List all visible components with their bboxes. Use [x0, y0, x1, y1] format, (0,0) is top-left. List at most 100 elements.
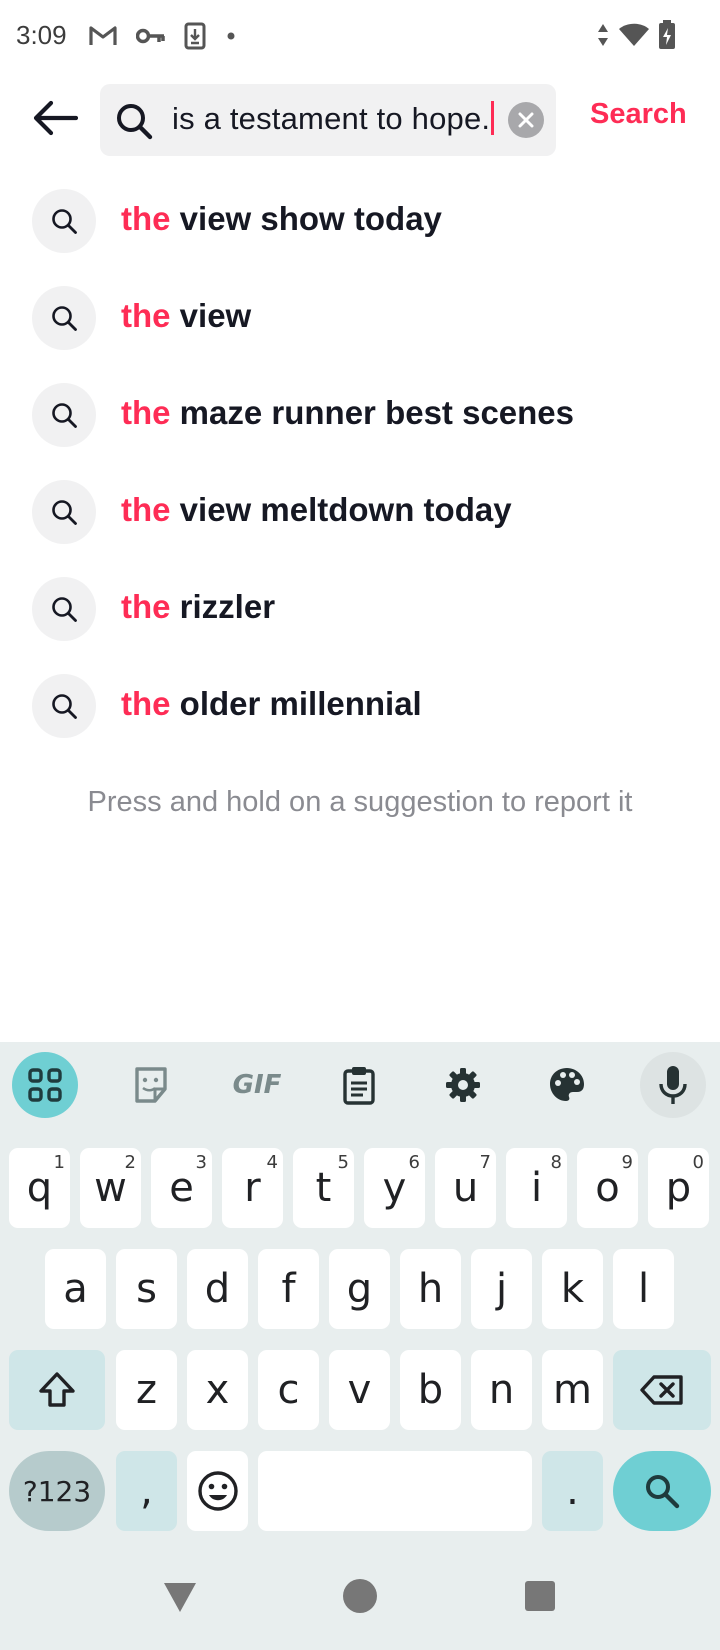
shift-icon — [39, 1372, 75, 1407]
back-arrow-icon — [33, 100, 78, 136]
key-i[interactable]: i8 — [506, 1148, 567, 1228]
search-input[interactable]: is a testament to hope. — [100, 84, 556, 156]
period-key[interactable]: . — [542, 1451, 603, 1531]
suggestion-item[interactable]: the rizzler — [0, 560, 720, 657]
emoji-icon — [197, 1471, 238, 1511]
palette-icon — [550, 1068, 584, 1101]
suggestion-item[interactable]: the view — [0, 269, 720, 366]
close-icon — [518, 112, 534, 128]
recents-square-icon — [525, 1581, 555, 1611]
key-b[interactable]: b — [400, 1350, 461, 1430]
back-button[interactable] — [28, 94, 82, 142]
key-t[interactable]: t5 — [293, 1148, 354, 1228]
symbols-key[interactable]: ?123 — [9, 1451, 105, 1531]
home-nav-button[interactable] — [342, 1578, 378, 1619]
backspace-key[interactable] — [613, 1350, 711, 1430]
suggestion-text: older millennial — [170, 685, 422, 722]
suggestion-text: view show today — [170, 200, 442, 237]
back-nav-button[interactable] — [162, 1580, 198, 1619]
mic-icon — [659, 1066, 687, 1104]
suggestion-list: the view show today the view the maze ru… — [0, 172, 720, 754]
wifi-icon — [618, 22, 650, 53]
key-o[interactable]: o9 — [577, 1148, 638, 1228]
emoji-key[interactable] — [187, 1451, 248, 1531]
suggestion-item[interactable]: the maze runner best scenes — [0, 366, 720, 463]
report-hint-text: Press and hold on a suggestion to report… — [87, 786, 633, 818]
key-d[interactable]: d — [187, 1249, 248, 1329]
key-q[interactable]: q1 — [9, 1148, 70, 1228]
key-j[interactable]: j — [471, 1249, 532, 1329]
key-r[interactable]: r4 — [222, 1148, 283, 1228]
data-arrows-icon — [596, 22, 610, 53]
key-h[interactable]: h — [400, 1249, 461, 1329]
clear-search-button[interactable] — [508, 102, 544, 138]
search-icon — [32, 674, 96, 738]
gmail-icon — [88, 24, 118, 53]
sticker-button[interactable] — [118, 1052, 184, 1118]
key-m[interactable]: m — [542, 1350, 603, 1430]
suggestion-item[interactable]: the view show today — [0, 172, 720, 269]
search-icon — [32, 577, 96, 641]
suggestion-text: view meltdown today — [170, 491, 512, 528]
comma-key[interactable]: , — [116, 1451, 177, 1531]
suggestion-highlight: the — [121, 685, 171, 722]
status-bar: 3:09 — [0, 0, 720, 72]
shift-key[interactable] — [9, 1350, 105, 1430]
apps-grid-icon — [28, 1068, 62, 1102]
key-u[interactable]: u7 — [435, 1148, 496, 1228]
voice-input-button[interactable] — [640, 1052, 706, 1118]
navigation-bar — [0, 1546, 720, 1650]
text-caret — [491, 101, 495, 135]
triangle-back-icon — [164, 1583, 196, 1612]
key-x[interactable]: x — [187, 1350, 248, 1430]
search-button[interactable]: Search — [590, 98, 687, 131]
gif-button[interactable]: GIF — [222, 1052, 292, 1118]
key-g[interactable]: g — [329, 1249, 390, 1329]
suggestion-text: maze runner best scenes — [170, 394, 575, 431]
suggestion-text: rizzler — [170, 588, 276, 625]
suggestion-highlight: the — [121, 200, 171, 237]
home-circle-icon — [343, 1579, 377, 1613]
key-icon — [135, 26, 166, 51]
key-a[interactable]: a — [45, 1249, 106, 1329]
suggestion-item[interactable]: the older millennial — [0, 657, 720, 754]
key-z[interactable]: z — [116, 1350, 177, 1430]
recents-nav-button[interactable] — [524, 1580, 556, 1617]
clipboard-button[interactable] — [326, 1052, 392, 1118]
key-l[interactable]: l — [613, 1249, 674, 1329]
settings-button[interactable] — [430, 1052, 496, 1118]
settings-icon — [446, 1068, 480, 1102]
search-header: is a testament to hope. Search — [0, 80, 720, 156]
search-icon — [32, 383, 96, 447]
search-query-text: is a testament to hope. — [172, 101, 491, 136]
suggestion-highlight: the — [121, 394, 171, 431]
key-s[interactable]: s — [116, 1249, 177, 1329]
search-icon — [114, 101, 154, 146]
key-e[interactable]: e3 — [151, 1148, 212, 1228]
key-k[interactable]: k — [542, 1249, 603, 1329]
key-f[interactable]: f — [258, 1249, 319, 1329]
search-enter-key[interactable] — [613, 1451, 711, 1531]
key-n[interactable]: n — [471, 1350, 532, 1430]
apps-grid-button[interactable] — [12, 1052, 78, 1118]
status-time: 3:09 — [16, 20, 67, 50]
key-y[interactable]: y6 — [364, 1148, 425, 1228]
suggestion-text: view — [170, 297, 252, 334]
clipboard-icon — [343, 1067, 375, 1105]
search-icon — [646, 1475, 680, 1509]
space-key[interactable] — [258, 1451, 532, 1531]
download-icon — [184, 22, 206, 55]
key-p[interactable]: p0 — [648, 1148, 709, 1228]
backspace-icon — [640, 1375, 683, 1405]
search-icon — [32, 286, 96, 350]
sticker-icon — [135, 1067, 167, 1103]
key-c[interactable]: c — [258, 1350, 319, 1430]
key-v[interactable]: v — [329, 1350, 390, 1430]
keyboard-toolbar: GIF — [0, 1052, 720, 1122]
key-w[interactable]: w2 — [80, 1148, 141, 1228]
search-icon — [32, 189, 96, 253]
suggestion-highlight: the — [121, 491, 171, 528]
suggestion-item[interactable]: the view meltdown today — [0, 463, 720, 560]
dot-icon — [224, 29, 238, 48]
theme-button[interactable] — [534, 1052, 600, 1118]
